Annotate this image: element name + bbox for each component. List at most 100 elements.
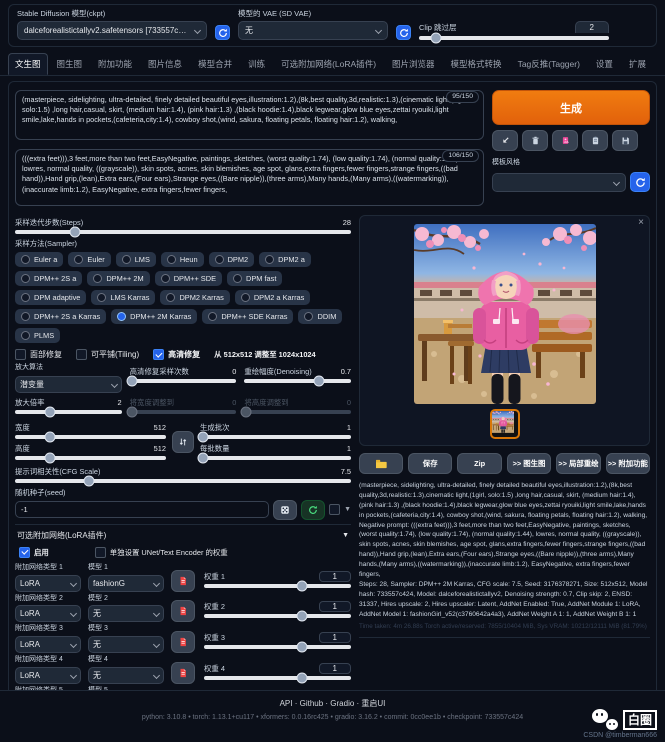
extra-seed-checkbox[interactable] — [329, 504, 340, 515]
lora-file-button-4[interactable] — [171, 662, 195, 684]
lora-model-select-2[interactable]: 无 — [88, 605, 164, 622]
sampler-option-dpm-2s-a-karras[interactable]: DPM++ 2S a Karras — [15, 309, 106, 324]
slider-handle[interactable] — [83, 475, 94, 486]
resize-height-slider[interactable]: 将高度调整到0 — [244, 397, 351, 414]
footer-link-重启UI[interactable]: 重启UI — [361, 699, 385, 708]
lora-weight-value[interactable]: 1 — [319, 571, 351, 582]
ckpt-select[interactable]: dalceforealistictallyv2.safetensors [733… — [17, 21, 207, 40]
tab-可选附加网络(LoRA插件)[interactable]: 可选附加网络(LoRA插件) — [274, 53, 383, 75]
tab-图生图[interactable]: 图生图 — [50, 53, 90, 75]
slider-handle[interactable] — [297, 580, 308, 591]
sampler-option-dpm-2m-karras[interactable]: DPM++ 2M Karras — [111, 309, 197, 324]
seed-extras-collapse-icon[interactable]: ▼ — [344, 506, 351, 513]
vae-select[interactable]: 无 — [238, 21, 388, 40]
slider-handle[interactable] — [297, 642, 308, 653]
tab-Tag反推(Tagger)[interactable]: Tag反推(Tagger) — [511, 53, 587, 75]
save-style-button[interactable] — [612, 130, 638, 151]
clear-prompt-button[interactable] — [522, 130, 548, 151]
tab-模型格式转换[interactable]: 模型格式转换 — [444, 53, 509, 75]
slider-handle[interactable] — [198, 431, 209, 442]
lora-weight-value[interactable]: 1 — [319, 663, 351, 674]
slider-handle[interactable] — [297, 611, 308, 622]
open-folder-button[interactable] — [359, 453, 403, 474]
lora-weight-slider-2[interactable]: 权重 21 — [204, 601, 351, 618]
slider-handle[interactable] — [313, 376, 324, 387]
generate-button[interactable]: 生成 — [492, 90, 650, 125]
negative-prompt-input[interactable]: (((extra feet))),3 feet,more than two fe… — [15, 149, 484, 206]
send-to-inpaint-button[interactable]: >> 局部重绘 — [556, 453, 600, 474]
style-select[interactable] — [492, 173, 626, 192]
slider-handle[interactable] — [431, 33, 442, 44]
footer-link-Github[interactable]: Github — [300, 699, 324, 708]
sampler-option-dpm2[interactable]: DPM2 — [209, 252, 255, 267]
width-slider[interactable]: 宽度512 — [15, 422, 166, 439]
hires-fix-checkbox[interactable]: 高清修复 — [153, 349, 200, 360]
footer-link-Gradio[interactable]: Gradio — [330, 699, 354, 708]
tab-附加功能[interactable]: 附加功能 — [91, 53, 139, 75]
tab-图片浏览器[interactable]: 图片浏览器 — [385, 53, 442, 75]
hires-steps-slider[interactable]: 高清修复采样次数0 — [130, 366, 237, 389]
refresh-vae-button[interactable] — [396, 25, 411, 40]
lora-type-select-1[interactable]: LoRA — [15, 575, 81, 592]
gallery-thumbnail[interactable] — [490, 409, 520, 439]
batch-size-slider[interactable]: 每批数量1 — [200, 443, 351, 460]
slider-handle[interactable] — [44, 452, 55, 463]
lora-file-button-2[interactable] — [171, 600, 195, 622]
sampler-option-dpm-2m[interactable]: DPM++ 2M — [87, 271, 149, 286]
sampler-option-lms[interactable]: LMS — [116, 252, 156, 267]
sampler-option-lms-karras[interactable]: LMS Karras — [91, 290, 155, 305]
sampler-option-dpm2-a-karras[interactable]: DPM2 a Karras — [235, 290, 311, 305]
sampler-option-euler[interactable]: Euler — [68, 252, 110, 267]
reuse-seed-button[interactable] — [301, 500, 325, 520]
lora-weight-value[interactable]: 1 — [319, 601, 351, 612]
tab-模型合并[interactable]: 模型合并 — [191, 53, 239, 75]
tiling-checkbox[interactable]: 可平铺(Tiling) — [76, 349, 139, 360]
sampler-option-ddim[interactable]: DDIM — [298, 309, 342, 324]
apply-style-button[interactable] — [582, 130, 608, 151]
slider-handle[interactable] — [198, 452, 209, 463]
slider-handle[interactable] — [297, 672, 308, 683]
slider-handle[interactable] — [70, 227, 81, 238]
swap-dimensions-button[interactable] — [172, 431, 194, 453]
tab-文生图[interactable]: 文生图 — [8, 53, 48, 75]
clip-skip-value[interactable]: 2 — [575, 21, 609, 33]
lora-separate-weights-checkbox[interactable]: 单独设置 UNet/Text Encoder 的权重 — [95, 547, 228, 558]
close-icon[interactable]: × — [638, 217, 644, 228]
lora-file-button-1[interactable] — [171, 570, 195, 592]
restore-faces-checkbox[interactable]: 面部修复 — [15, 349, 62, 360]
lora-type-select-4[interactable]: LoRA — [15, 667, 81, 684]
sampler-option-dpm-fast[interactable]: DPM fast — [227, 271, 282, 286]
batch-count-slider[interactable]: 生成批次1 — [200, 422, 351, 439]
lora-enable-checkbox[interactable]: 启用 — [19, 547, 49, 558]
lora-type-select-3[interactable]: LoRA — [15, 636, 81, 653]
lora-weight-slider-3[interactable]: 权重 31 — [204, 632, 351, 649]
sampler-option-dpm2-karras[interactable]: DPM2 Karras — [160, 290, 229, 305]
seed-input[interactable]: -1 — [15, 501, 269, 518]
sampler-option-euler-a[interactable]: Euler a — [15, 252, 63, 267]
tab-图片信息[interactable]: 图片信息 — [141, 53, 189, 75]
lora-weight-slider-1[interactable]: 权重 11 — [204, 571, 351, 588]
sampler-option-dpm-sde-karras[interactable]: DPM++ SDE Karras — [202, 309, 293, 324]
upscaler-select[interactable]: 潜变量 — [15, 376, 122, 393]
zip-button[interactable]: Zip — [457, 453, 501, 474]
lora-file-button-3[interactable] — [171, 631, 195, 653]
steps-slider[interactable]: 采样迭代步数(Steps)28 — [15, 217, 351, 234]
sampler-option-dpm2-a[interactable]: DPM2 a — [259, 252, 311, 267]
lora-weight-value[interactable]: 1 — [319, 632, 351, 643]
sampler-option-dpm-sde[interactable]: DPM++ SDE — [155, 271, 222, 286]
lora-type-select-2[interactable]: LoRA — [15, 605, 81, 622]
lora-model-select-4[interactable]: 无 — [88, 667, 164, 684]
upscale-by-slider[interactable]: 放大倍率2 — [15, 397, 122, 414]
sampler-option-dpm-adaptive[interactable]: DPM adaptive — [15, 290, 86, 305]
lora-accordion-header[interactable]: 可选附加网络(LoRA插件) ▼ — [15, 524, 351, 545]
prompt-input[interactable]: (masterpiece, sidelighting, ultra-detail… — [15, 90, 484, 140]
denoising-slider[interactable]: 重绘幅度(Denoising)0.7 — [244, 366, 351, 389]
save-button[interactable]: 保存 — [408, 453, 452, 474]
tab-设置[interactable]: 设置 — [589, 53, 620, 75]
refresh-styles-button[interactable] — [630, 172, 650, 192]
sampler-option-heun[interactable]: Heun — [161, 252, 204, 267]
read-params-button[interactable] — [492, 130, 518, 151]
refresh-ckpt-button[interactable] — [215, 25, 230, 40]
extra-networks-button[interactable] — [552, 130, 578, 151]
slider-handle[interactable] — [126, 376, 137, 387]
